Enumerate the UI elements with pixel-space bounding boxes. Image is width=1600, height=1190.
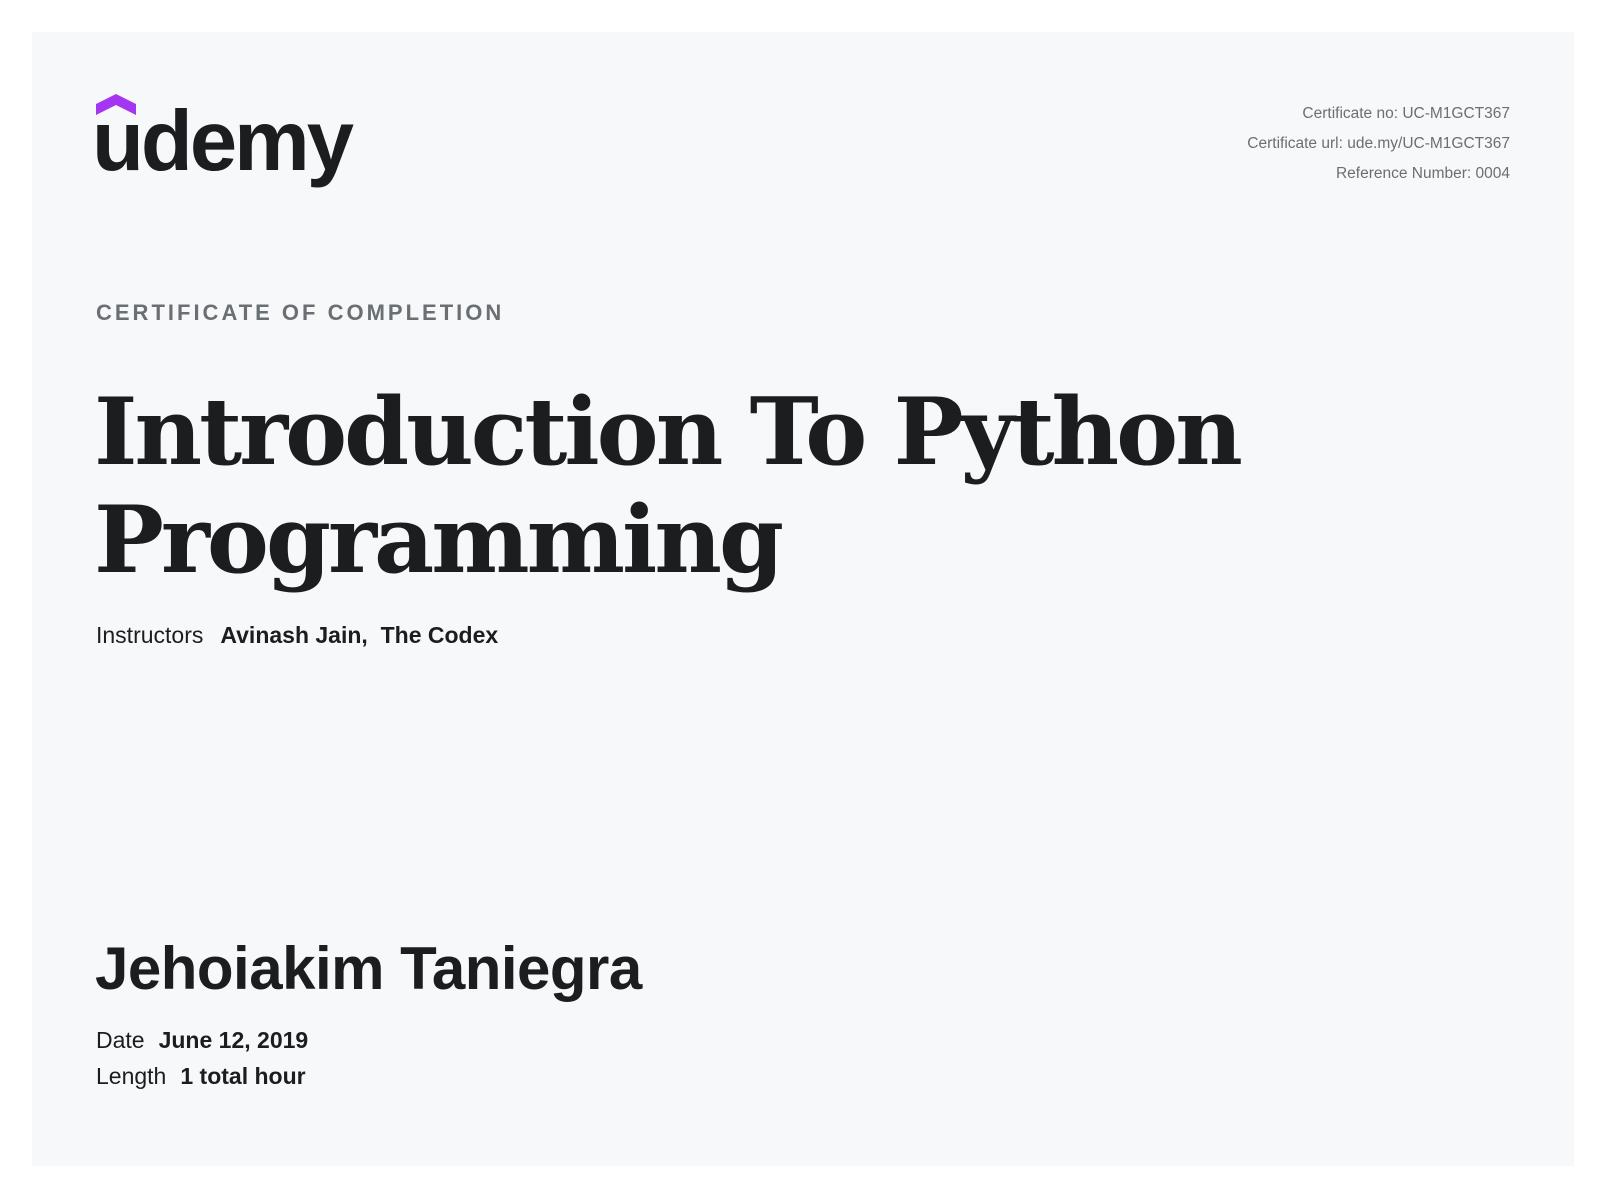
length-label: Length [96,1063,167,1089]
certificate-url: Certificate url: ude.my/UC-M1GCT367 [1247,135,1510,152]
udemy-logo: udemy [96,94,366,194]
date-label: Date [96,1027,145,1053]
instructor-name: Avinash Jain [220,622,362,648]
certificate-card: udemy Certificate no: UC-M1GCT367 Certif… [32,32,1574,1166]
reference-number: Reference Number: 0004 [1335,165,1510,182]
instructor-separator: , [361,622,381,648]
certificate-meta: Certificate no: UC-M1GCT367 Certificate … [1247,99,1510,189]
instructors-row: Instructors Avinash Jain, The Codex [96,622,498,649]
completion-facts: Date June 12, 2019 Length 1 total hour [96,1022,308,1094]
date-value: June 12, 2019 [158,1027,309,1053]
certificate-kicker: CERTIFICATE OF COMPLETION [96,300,505,325]
length-row: Length 1 total hour [96,1058,308,1094]
certificate-number: Certificate no: UC-M1GCT367 [1302,105,1510,122]
svg-text:udemy: udemy [96,94,354,189]
length-value: 1 total hour [180,1063,306,1089]
instructor-name: The Codex [380,622,499,648]
course-title: Introduction To Python Programming [94,377,1243,594]
date-row: Date June 12, 2019 [96,1022,308,1058]
student-name: Jehoiakim Taniegra [95,935,642,1002]
instructors-label: Instructors [96,622,204,648]
